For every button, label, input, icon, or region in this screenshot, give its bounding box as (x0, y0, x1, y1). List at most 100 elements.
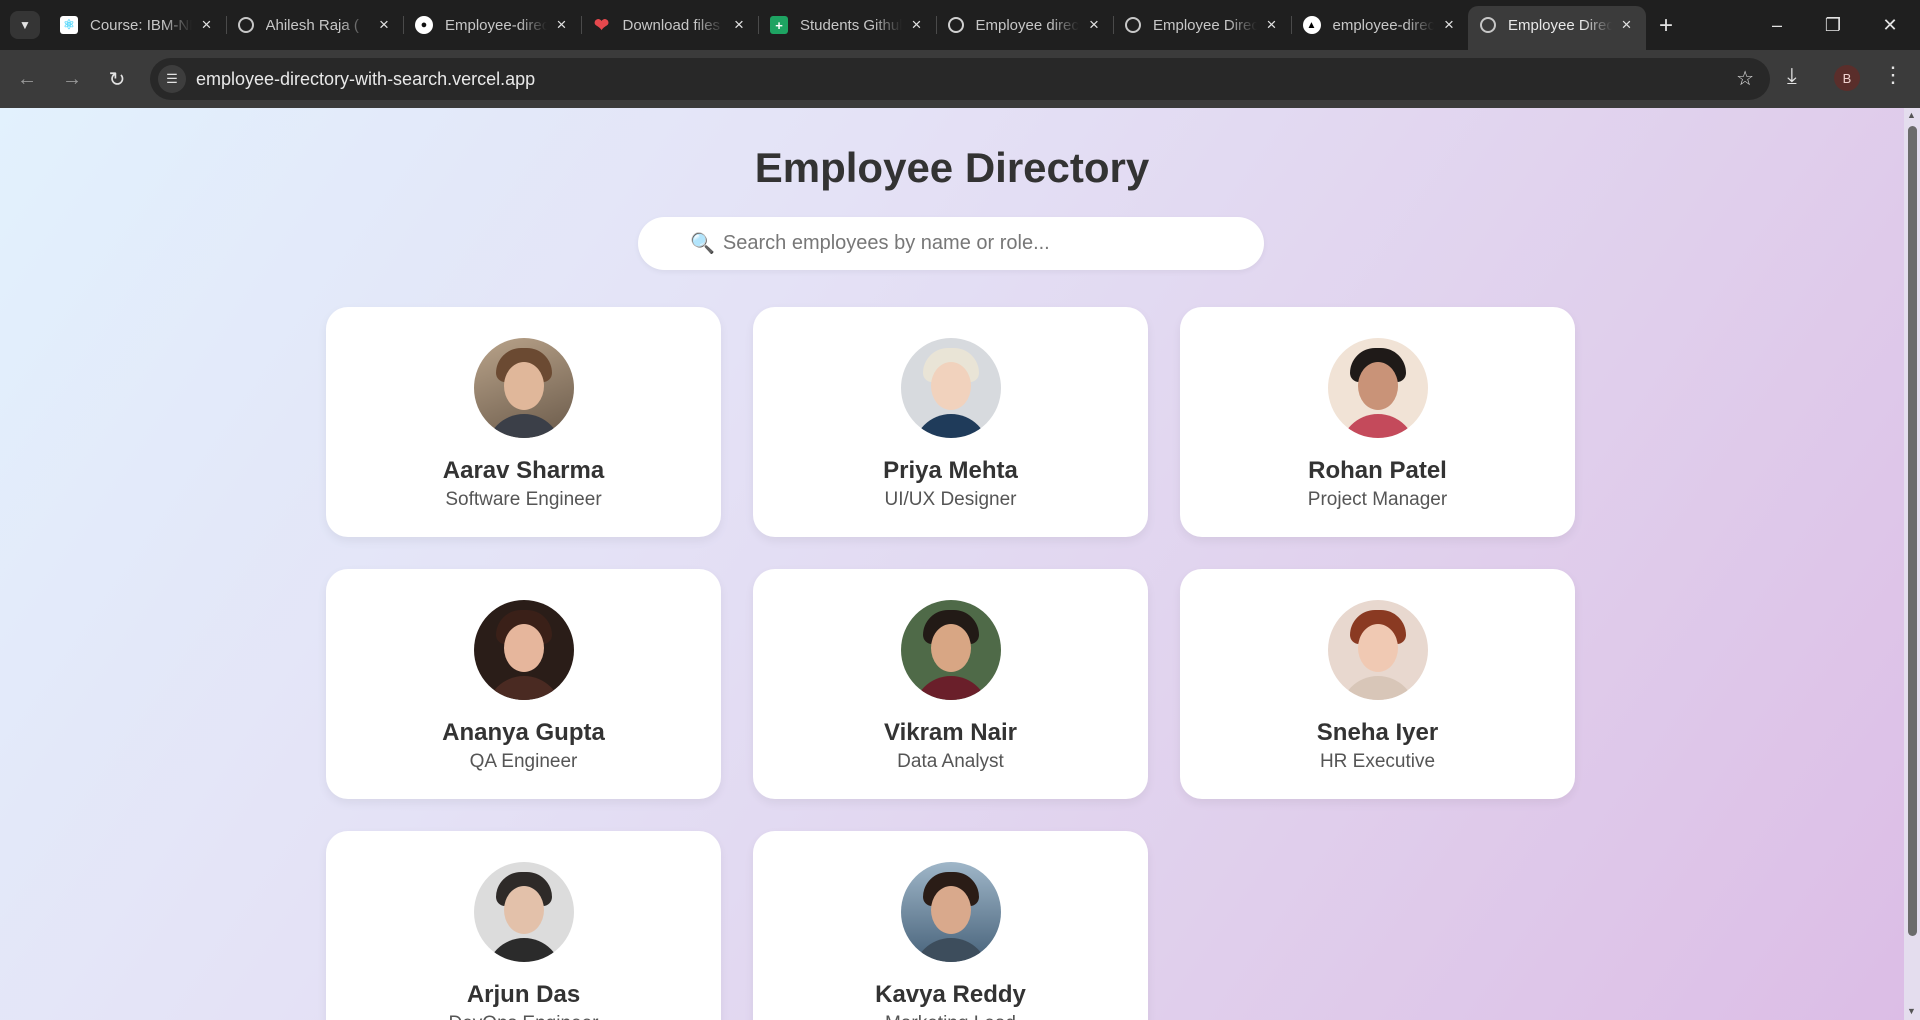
browser-toolbar: ← → ↻ ☰ employee-directory-with-search.v… (0, 50, 1920, 108)
browser-tab[interactable]: + Students Github × (758, 6, 936, 44)
employee-role: Project Manager (1307, 489, 1448, 510)
close-icon[interactable]: × (553, 15, 571, 34)
avatar (473, 338, 574, 438)
avatar (1327, 600, 1428, 700)
employee-grid: Aarav Sharma Software Engineer Priya Meh… (326, 307, 1578, 1020)
employee-role: DevOps Engineer (449, 1013, 599, 1020)
employee-name: Sneha Iyer (1316, 719, 1439, 746)
restore-button[interactable]: ❐ (1813, 10, 1853, 40)
tab-title: Employee-directory (445, 16, 547, 34)
openai-icon (947, 17, 964, 33)
employee-card[interactable]: Rohan Patel Project Manager (1180, 307, 1575, 537)
browser-tab-active[interactable]: Employee Directory × (1468, 6, 1646, 50)
avatar (473, 862, 574, 962)
employee-role: Marketing Lead (885, 1013, 1016, 1020)
browser-tab[interactable]: ● Employee-directory × (403, 6, 581, 44)
close-icon[interactable]: × (1263, 15, 1281, 34)
avatar (900, 862, 1001, 962)
download-icon[interactable]: ⤓ (1787, 63, 1797, 89)
employee-card[interactable]: Vikram Nair Data Analyst (753, 569, 1148, 799)
browser-tab[interactable]: ⚛ Course: IBM-NM × (48, 6, 226, 44)
employee-card[interactable]: Arjun Das DevOps Engineer (326, 831, 721, 1020)
employee-name: Ananya Gupta (442, 719, 605, 746)
employee-card[interactable]: Kavya Reddy Marketing Lead (753, 831, 1148, 1020)
url-text[interactable]: employee-directory-with-search.vercel.ap… (196, 69, 535, 90)
tab-title: employee-directory (1332, 16, 1435, 34)
forward-button[interactable]: → (57, 64, 87, 94)
tab-list: ⚛ Course: IBM-NM × Ahilesh Raja ( × ● Em… (48, 6, 1646, 50)
employee-card[interactable]: Sneha Iyer HR Executive (1180, 569, 1575, 799)
heart-icon: ❤ (593, 14, 610, 35)
avatar (900, 338, 1001, 438)
scroll-down-icon[interactable]: ▼ (1907, 1006, 1916, 1016)
browser-tab[interactable]: Ahilesh Raja ( × (225, 6, 404, 44)
browser-tab[interactable]: ❤ Download files × (580, 6, 759, 44)
page-title: Employee Directory (754, 144, 1150, 191)
avatar (1327, 338, 1428, 438)
site-info-button[interactable]: ☰ (158, 65, 186, 93)
tab-search-button[interactable]: ▼ (10, 11, 40, 39)
tune-icon: ☰ (166, 71, 178, 86)
scroll-up-icon[interactable]: ▲ (1907, 110, 1916, 120)
browser-tab[interactable]: Employee Directory × (1113, 6, 1291, 44)
scrollbar-thumb[interactable] (1908, 126, 1917, 936)
employee-name: Rohan Patel (1308, 457, 1447, 484)
sheets-icon: + (770, 16, 788, 34)
plus-icon: + (1658, 12, 1673, 39)
reload-icon: ↻ (108, 68, 126, 91)
employee-role: Data Analyst (897, 751, 1004, 772)
close-icon[interactable]: × (730, 15, 748, 34)
tab-title: Download files (622, 16, 721, 34)
close-icon[interactable]: × (1618, 15, 1636, 34)
vercel-icon: ▲ (1302, 16, 1321, 34)
star-icon[interactable]: ☆ (1736, 66, 1754, 91)
tab-strip: ▼ ⚛ Course: IBM-NM × Ahilesh Raja ( × ● … (0, 0, 1920, 50)
minimize-button[interactable]: – (1757, 10, 1797, 40)
close-window-button[interactable]: ✕ (1870, 10, 1910, 40)
search-input[interactable] (722, 232, 1223, 255)
chevron-down-icon: ▼ (19, 18, 31, 32)
employee-name: Arjun Das (466, 981, 581, 1008)
back-button[interactable]: ← (12, 64, 42, 94)
close-icon[interactable]: × (198, 15, 216, 34)
tab-title: Employee Directory (1508, 16, 1612, 34)
tab-title: Employee directory (975, 16, 1080, 34)
github-icon: ● (415, 16, 433, 34)
employee-card[interactable]: Priya Mehta UI/UX Designer (753, 307, 1148, 537)
reload-button[interactable]: ↻ (102, 64, 132, 94)
arrow-right-icon: → (62, 67, 82, 90)
profile-avatar[interactable]: B (1834, 65, 1860, 91)
profile-initial: B (1842, 70, 1852, 86)
search-icon: 🔍 (690, 233, 715, 255)
tab-title: Ahilesh Raja ( (265, 16, 359, 34)
globe-icon (1125, 17, 1141, 33)
employee-role: HR Executive (1319, 751, 1436, 772)
menu-icon[interactable]: ⋮ (1882, 62, 1904, 88)
search-bar[interactable]: 🔍 (638, 217, 1264, 270)
address-bar[interactable]: ☰ employee-directory-with-search.vercel.… (150, 58, 1770, 100)
arrow-left-icon: ← (17, 67, 37, 90)
restore-icon: ❐ (1824, 14, 1842, 35)
close-icon[interactable]: × (908, 15, 926, 34)
employee-card[interactable]: Ananya Gupta QA Engineer (326, 569, 721, 799)
browser-tab[interactable]: Employee directory × (935, 6, 1114, 44)
employee-role: UI/UX Designer (884, 489, 1017, 510)
close-icon: ✕ (1882, 14, 1898, 35)
react-icon: ⚛ (60, 16, 78, 34)
employee-role: Software Engineer (445, 489, 602, 510)
browser-tab[interactable]: ▲ employee-directory × (1290, 6, 1469, 44)
close-icon[interactable]: × (1085, 15, 1103, 34)
close-icon[interactable]: × (375, 15, 393, 34)
employee-name: Priya Mehta (883, 457, 1018, 484)
new-tab-button[interactable]: + (1652, 12, 1680, 40)
tab-title: Employee Directory (1153, 16, 1257, 34)
minimize-icon: – (1771, 14, 1782, 35)
tab-title: Course: IBM-NM (90, 16, 192, 34)
employee-card[interactable]: Aarav Sharma Software Engineer (326, 307, 721, 537)
employee-name: Vikram Nair (884, 719, 1017, 746)
close-icon[interactable]: × (1440, 15, 1458, 34)
globe-icon (1480, 17, 1496, 33)
tab-title: Students Github (800, 16, 902, 34)
scrollbar[interactable]: ▲ ▼ (1904, 108, 1920, 1020)
avatar (473, 600, 574, 700)
